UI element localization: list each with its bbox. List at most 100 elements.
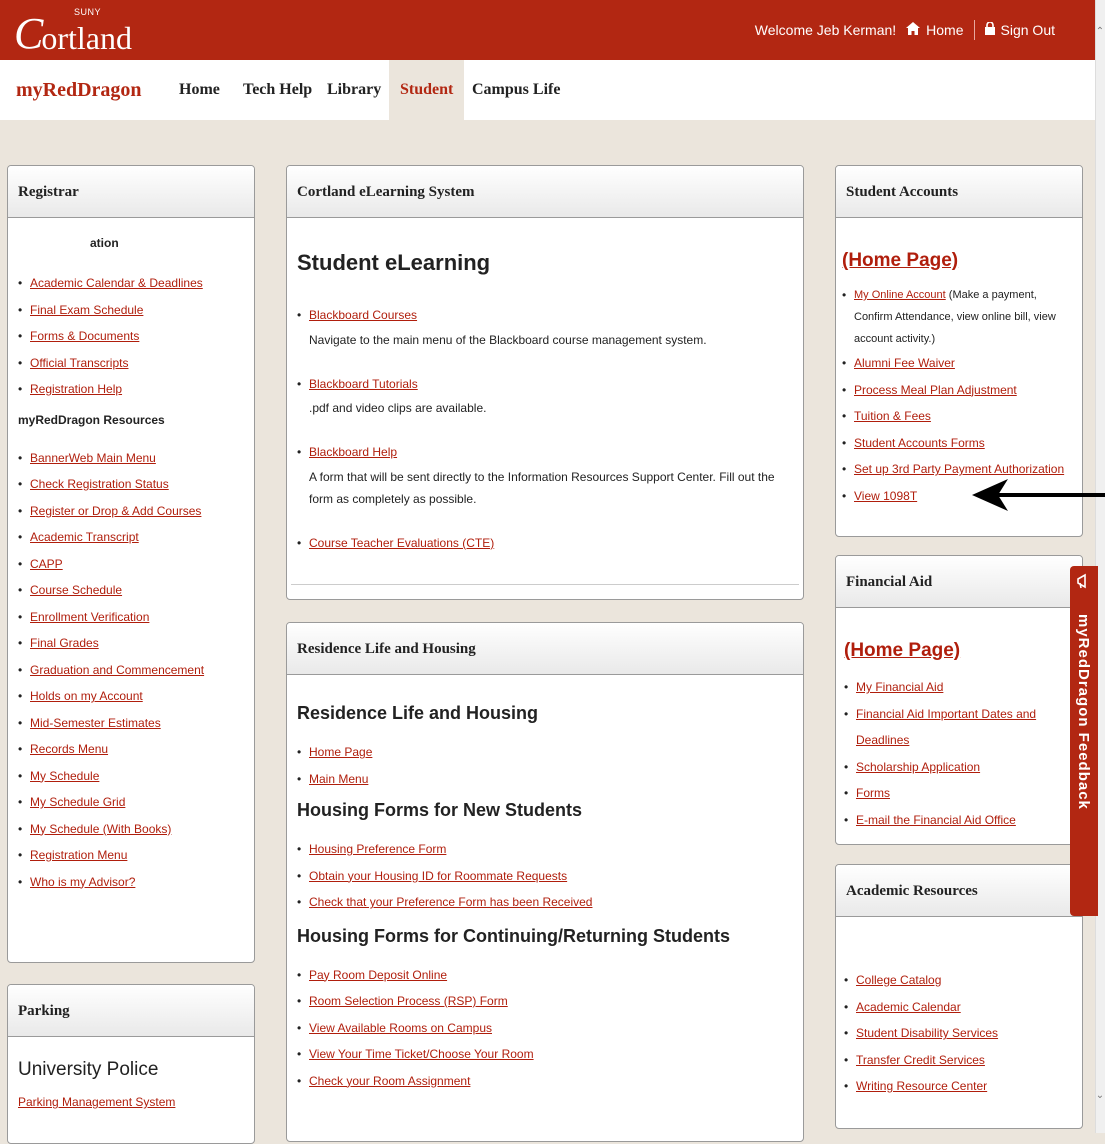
transfer-credit-services-link[interactable]: Transfer Credit Services [856, 1053, 985, 1067]
list-item: Pay Room Deposit Online [297, 962, 793, 989]
forms-link[interactable]: Forms [856, 786, 890, 800]
registration-help-link[interactable]: Registration Help [30, 382, 122, 396]
list-item: Register or Drop & Add Courses [18, 498, 244, 525]
check-that-your-preference-form-has-been-received-link[interactable]: Check that your Preference Form has been… [309, 895, 592, 909]
academic-calendar-deadlines-link[interactable]: Academic Calendar & Deadlines [30, 276, 203, 290]
capp-link[interactable]: CAPP [30, 557, 63, 571]
obtain-your-housing-id-for-roommate-requests-link[interactable]: Obtain your Housing ID for Roommate Requ… [309, 869, 567, 883]
my-schedule-grid-link[interactable]: My Schedule Grid [30, 795, 125, 809]
elearning-item: Blackboard Tutorials .pdf and video clips… [297, 371, 793, 420]
nav-campus-life[interactable]: Campus Life [466, 60, 566, 120]
college-catalog-link[interactable]: College Catalog [856, 973, 941, 987]
list-item: My Schedule Grid [18, 789, 244, 816]
logo-word: ortland [41, 20, 132, 56]
final-grades-link[interactable]: Final Grades [30, 636, 99, 650]
home-page-link[interactable]: Home Page [309, 745, 372, 759]
room-selection-process-rsp-form-link[interactable]: Room Selection Process (RSP) Form [309, 994, 508, 1008]
list-item: My Schedule (With Books) [18, 816, 244, 843]
my-online-account-link[interactable]: My Online Account [854, 289, 946, 301]
blackboard-help-link[interactable]: Blackboard Help [309, 445, 397, 459]
feedback-tab[interactable]: myRedDragon Feedback [1070, 566, 1098, 916]
nav-tech-help[interactable]: Tech Help [237, 60, 318, 120]
blackboard-tutorials-link[interactable]: Blackboard Tutorials [309, 377, 418, 391]
list-item: Academic Transcript [18, 524, 244, 551]
my-schedule-with-books-link[interactable]: My Schedule (With Books) [30, 822, 171, 836]
parking-header: Parking [8, 985, 254, 1037]
parking-management-link[interactable]: Parking Management System [18, 1095, 175, 1109]
student-accounts-forms-link[interactable]: Student Accounts Forms [854, 436, 985, 450]
pay-room-deposit-online-link[interactable]: Pay Room Deposit Online [309, 968, 447, 982]
forms-documents-link[interactable]: Forms & Documents [30, 329, 139, 343]
academic-resources-portlet: Academic Resources College Catalog Academ… [835, 864, 1083, 1129]
list-item: Financial Aid Important Dates and Deadli… [844, 701, 1072, 754]
process-meal-plan-adjustment-link[interactable]: Process Meal Plan Adjustment [854, 383, 1017, 397]
registrar-links: Academic Calendar & Deadlines Final Exam … [18, 270, 244, 403]
continuing-students-heading: Housing Forms for Continuing/Returning S… [297, 925, 730, 946]
list-item: CAPP [18, 551, 244, 578]
who-is-my-advisor-link[interactable]: Who is my Advisor? [30, 875, 135, 889]
elearning-item: Blackboard Courses Navigate to the main m… [297, 302, 793, 351]
writing-resource-center-link[interactable]: Writing Resource Center [856, 1079, 987, 1093]
home-link[interactable]: Home [906, 22, 964, 38]
student-disability-services-link[interactable]: Student Disability Services [856, 1026, 998, 1040]
scroll-up-icon[interactable]: ⌃ [1095, 26, 1105, 37]
cortland-logo[interactable]: SUNY C ortland [14, 4, 132, 56]
holds-on-my-account-link[interactable]: Holds on my Account [30, 689, 143, 703]
accounts-home-link[interactable]: (Home Page) [842, 250, 958, 271]
mid-semester-estimates-link[interactable]: Mid-Semester Estimates [30, 716, 161, 730]
course-schedule-link[interactable]: Course Schedule [30, 583, 122, 597]
blackboard-courses-link[interactable]: Blackboard Courses [309, 308, 417, 322]
list-item: Room Selection Process (RSP) Form [297, 988, 793, 1015]
list-item: Graduation and Commencement [18, 657, 244, 684]
academic-resources-header: Academic Resources [836, 865, 1082, 917]
elearning-items: Blackboard Courses Navigate to the main m… [297, 302, 793, 556]
view-available-rooms-on-campus-link[interactable]: View Available Rooms on Campus [309, 1021, 492, 1035]
course-teacher-evaluations-cte-link[interactable]: Course Teacher Evaluations (CTE) [309, 536, 494, 550]
financial-aid-portlet: Financial Aid (Home Page) My Financial A… [835, 555, 1083, 845]
view-your-time-ticket-choose-your-room-link[interactable]: View Your Time Ticket/Choose Your Room [309, 1047, 534, 1061]
tuition-fees-link[interactable]: Tuition & Fees [854, 409, 931, 423]
list-item: Check Registration Status [18, 471, 244, 498]
check-your-room-assignment-link[interactable]: Check your Room Assignment [309, 1074, 470, 1088]
graduation-and-commencement-link[interactable]: Graduation and Commencement [30, 663, 204, 677]
elearning-divider [291, 584, 799, 585]
finaid-home-link[interactable]: (Home Page) [844, 640, 960, 661]
housing-preference-form-link[interactable]: Housing Preference Form [309, 842, 446, 856]
scroll-down-icon[interactable]: ⌄ [1095, 1090, 1105, 1101]
megaphone-icon [1074, 572, 1094, 592]
registration-menu-link[interactable]: Registration Menu [30, 848, 127, 862]
elearning-item: Blackboard Help A form that will be sent … [297, 439, 793, 510]
e-mail-the-financial-aid-office-link[interactable]: E-mail the Financial Aid Office [856, 813, 1016, 827]
financial-aid-important-dates-and-deadlines-link[interactable]: Financial Aid Important Dates and Deadli… [856, 707, 1036, 748]
my-financial-aid-link[interactable]: My Financial Aid [856, 680, 943, 694]
official-transcripts-link[interactable]: Official Transcripts [30, 356, 128, 370]
my-schedule-link[interactable]: My Schedule [30, 769, 99, 783]
brand-title[interactable]: myRedDragon [16, 60, 142, 120]
check-registration-status-link[interactable]: Check Registration Status [30, 477, 169, 491]
housing-portlet: Residence Life and Housing Residence Lif… [286, 622, 804, 1142]
set-up-3rd-party-payment-authorization-link[interactable]: Set up 3rd Party Payment Authorization [854, 462, 1064, 476]
bannerweb-main-menu-link[interactable]: BannerWeb Main Menu [30, 451, 156, 465]
list-item: Process Meal Plan Adjustment [842, 377, 1072, 404]
enrollment-verification-link[interactable]: Enrollment Verification [30, 610, 149, 624]
list-item: Student Accounts Forms [842, 430, 1072, 457]
main-menu-link[interactable]: Main Menu [309, 772, 368, 786]
register-or-drop-add-courses-link[interactable]: Register or Drop & Add Courses [30, 504, 201, 518]
view-1098t-link[interactable]: View 1098T [854, 489, 917, 503]
academic-calendar-link[interactable]: Academic Calendar [856, 1000, 961, 1014]
elearning-item-description: Navigate to the main menu of the Blackbo… [309, 332, 707, 347]
alumni-fee-waiver-link[interactable]: Alumni Fee Waiver [854, 356, 955, 370]
sign-out-link[interactable]: Sign Out [984, 21, 1055, 38]
final-exam-schedule-link[interactable]: Final Exam Schedule [30, 303, 143, 317]
scholarship-application-link[interactable]: Scholarship Application [856, 760, 980, 774]
nav-home[interactable]: Home [173, 60, 226, 120]
records-menu-link[interactable]: Records Menu [30, 742, 108, 756]
nav-library[interactable]: Library [321, 60, 387, 120]
list-item: Writing Resource Center [844, 1073, 1072, 1100]
list-item: College Catalog [844, 967, 1072, 994]
elearning-item-list: Blackboard Courses Navigate to the main m… [297, 302, 793, 351]
continuing-students-links: Pay Room Deposit Online Room Selection Pr… [297, 962, 793, 1095]
nav-student[interactable]: Student [389, 60, 465, 120]
welcome-text: Welcome Jeb Kerman! [754, 22, 897, 38]
academic-transcript-link[interactable]: Academic Transcript [30, 530, 139, 544]
